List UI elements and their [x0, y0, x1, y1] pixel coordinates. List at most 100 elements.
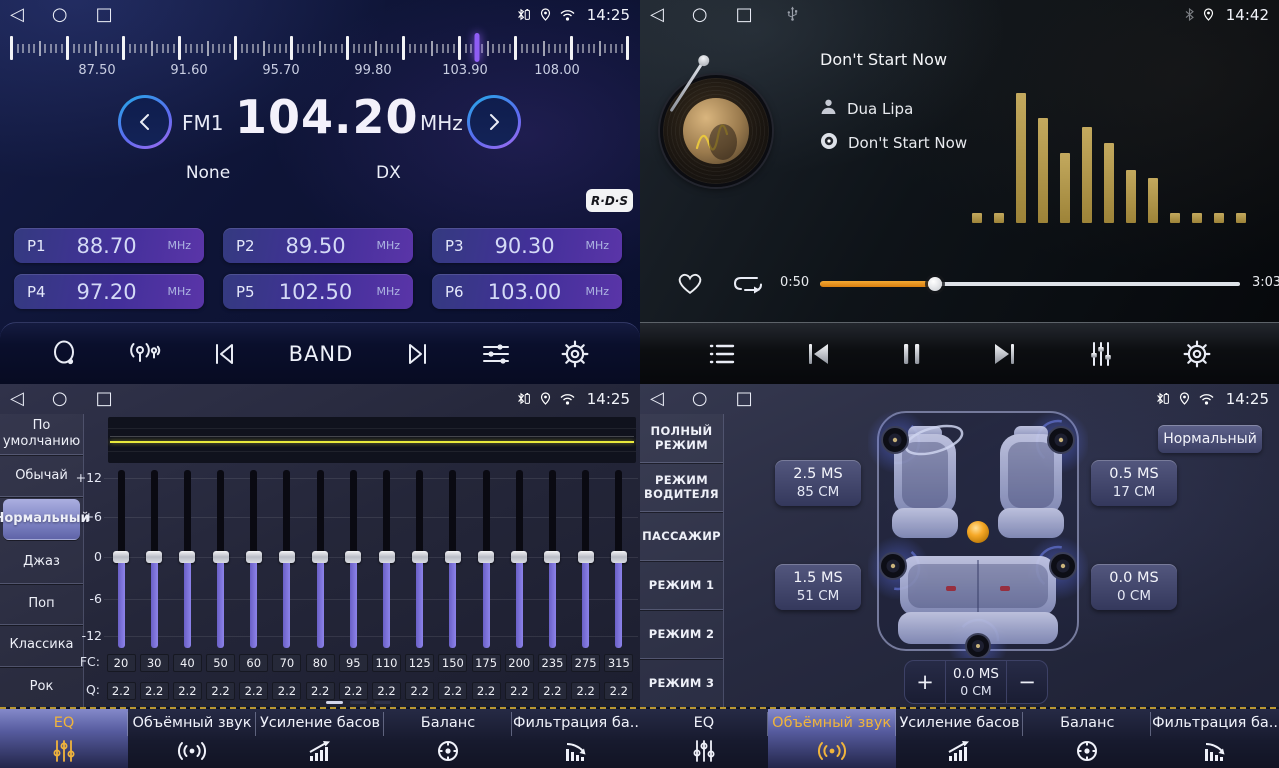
eq-band-fc-value[interactable]: 80 — [306, 654, 335, 672]
favorite-heart-icon[interactable] — [676, 271, 704, 300]
tab-filter[interactable]: Фильтрация ба... — [512, 709, 640, 768]
mode-passenger[interactable]: ПАССАЖИР — [640, 512, 723, 561]
slider-handle[interactable] — [445, 551, 461, 563]
eq-band-q-value[interactable]: 2.2 — [339, 682, 368, 700]
eq-band-q-value[interactable]: 2.2 — [538, 682, 567, 700]
eq-band-q-value[interactable]: 2.2 — [372, 682, 401, 700]
home-nav-icon[interactable]: ○ — [692, 6, 708, 24]
recents-nav-icon[interactable]: □ — [96, 6, 113, 24]
progress-knob[interactable] — [928, 277, 942, 291]
next-station-button[interactable] — [404, 342, 430, 366]
settings-gear-icon[interactable] — [561, 340, 589, 368]
slider-handle[interactable] — [113, 551, 129, 563]
eq-band-fc-value[interactable]: 30 — [140, 654, 169, 672]
tab-balance[interactable]: Баланс — [1023, 709, 1151, 768]
back-nav-icon[interactable]: ◁ — [10, 6, 24, 24]
preset-button[interactable]: P1 88.70 MHz — [14, 228, 204, 263]
eq-band-slider[interactable] — [106, 470, 136, 648]
tune-up-button[interactable] — [467, 95, 521, 149]
album-art[interactable] — [660, 75, 772, 187]
next-track-button[interactable] — [991, 341, 1019, 367]
profile-badge[interactable]: Нормальный — [1158, 425, 1262, 453]
eq-band-q-value[interactable]: 2.2 — [571, 682, 600, 700]
broadcast-button[interactable] — [129, 340, 161, 368]
tab-filter[interactable]: Фильтрация ба... — [1151, 709, 1279, 768]
eq-band-fc-value[interactable]: 315 — [604, 654, 633, 672]
slider-handle[interactable] — [611, 551, 627, 563]
repeat-icon[interactable] — [732, 272, 764, 300]
eq-band-q-value[interactable]: 2.2 — [405, 682, 434, 700]
eq-band-fc-value[interactable]: 60 — [239, 654, 268, 672]
recents-nav-icon[interactable]: □ — [736, 6, 753, 24]
delay-rear-right-button[interactable]: 0.0 MS 0 CM — [1091, 564, 1177, 610]
eq-band-slider[interactable] — [471, 470, 501, 648]
eq-band-q-value[interactable]: 2.2 — [505, 682, 534, 700]
tab-bass-boost[interactable]: Усиление басов — [896, 709, 1024, 768]
delay-rear-left-button[interactable]: 1.5 MS 51 CM — [775, 564, 861, 610]
tab-surround[interactable]: Объёмный звук — [768, 709, 896, 768]
eq-band-q-value[interactable]: 2.2 — [472, 682, 501, 700]
delay-front-left-button[interactable]: 2.5 MS 85 CM — [775, 460, 861, 506]
eq-band-fc-value[interactable]: 150 — [438, 654, 467, 672]
recents-nav-icon[interactable]: □ — [96, 390, 113, 408]
eq-band-q-value[interactable]: 2.2 — [140, 682, 169, 700]
eq-band-q-value[interactable]: 2.2 — [604, 682, 633, 700]
pause-button[interactable] — [900, 341, 924, 367]
eq-band-q-value[interactable]: 2.2 — [173, 682, 202, 700]
home-nav-icon[interactable]: ○ — [52, 390, 68, 408]
preset-button[interactable]: P3 90.30 MHz — [432, 228, 622, 263]
mode-3[interactable]: РЕЖИМ 3 — [640, 659, 723, 707]
equalizer-button[interactable] — [1087, 340, 1115, 368]
dx-mode-label[interactable]: DX — [376, 163, 401, 183]
preset-button[interactable]: P4 97.20 MHz — [14, 274, 204, 309]
eq-band-slider[interactable] — [604, 470, 634, 648]
slider-handle[interactable] — [312, 551, 328, 563]
preset-button[interactable]: P2 89.50 MHz — [223, 228, 413, 263]
mode-1[interactable]: РЕЖИМ 1 — [640, 561, 723, 610]
slider-handle[interactable] — [544, 551, 560, 563]
eq-band-fc-value[interactable]: 235 — [538, 654, 567, 672]
eq-band-fc-value[interactable]: 275 — [571, 654, 600, 672]
scan-button[interactable] — [51, 340, 79, 367]
dial-indicator[interactable] — [474, 33, 479, 62]
eq-band-slider[interactable] — [438, 470, 468, 648]
eq-band-slider[interactable] — [504, 470, 534, 648]
seek-bar[interactable] — [820, 282, 1240, 286]
delay-front-right-button[interactable]: 0.5 MS 17 CM — [1091, 460, 1177, 506]
eq-band-slider[interactable] — [305, 470, 335, 648]
slider-handle[interactable] — [146, 551, 162, 563]
slider-handle[interactable] — [213, 551, 229, 563]
eq-band-slider[interactable] — [272, 470, 302, 648]
back-nav-icon[interactable]: ◁ — [10, 390, 24, 408]
eq-preset-default[interactable]: По умолчанию — [0, 414, 83, 455]
back-nav-icon[interactable]: ◁ — [650, 6, 664, 24]
home-nav-icon[interactable]: ○ — [52, 6, 68, 24]
playlist-button[interactable] — [708, 341, 736, 367]
eq-band-fc-value[interactable]: 95 — [339, 654, 368, 672]
eq-band-slider[interactable] — [338, 470, 368, 648]
eq-band-slider[interactable] — [405, 470, 435, 648]
mode-driver[interactable]: РЕЖИМ ВОДИТЕЛЯ — [640, 463, 723, 512]
previous-station-button[interactable] — [212, 342, 238, 366]
eq-band-slider[interactable] — [139, 470, 169, 648]
eq-band-fc-value[interactable]: 175 — [472, 654, 501, 672]
eq-band-slider[interactable] — [239, 470, 269, 648]
eq-band-fc-value[interactable]: 40 — [173, 654, 202, 672]
eq-band-fc-value[interactable]: 200 — [505, 654, 534, 672]
eq-band-q-value[interactable]: 2.2 — [438, 682, 467, 700]
home-nav-icon[interactable]: ○ — [692, 390, 708, 408]
eq-band-q-value[interactable]: 2.2 — [239, 682, 268, 700]
eq-band-q-value[interactable]: 2.2 — [107, 682, 136, 700]
slider-handle[interactable] — [578, 551, 594, 563]
tab-eq[interactable]: EQ — [0, 709, 128, 768]
delay-plus-button[interactable]: + — [905, 661, 945, 703]
eq-band-q-value[interactable]: 2.2 — [206, 682, 235, 700]
eq-band-fc-value[interactable]: 70 — [272, 654, 301, 672]
dial-ticks[interactable] — [10, 34, 630, 62]
eq-band-fc-value[interactable]: 20 — [107, 654, 136, 672]
preset-button[interactable]: P5 102.50 MHz — [223, 274, 413, 309]
slider-handle[interactable] — [345, 551, 361, 563]
tune-down-button[interactable] — [118, 95, 172, 149]
eq-band-fc-value[interactable]: 125 — [405, 654, 434, 672]
eq-band-slider[interactable] — [206, 470, 236, 648]
